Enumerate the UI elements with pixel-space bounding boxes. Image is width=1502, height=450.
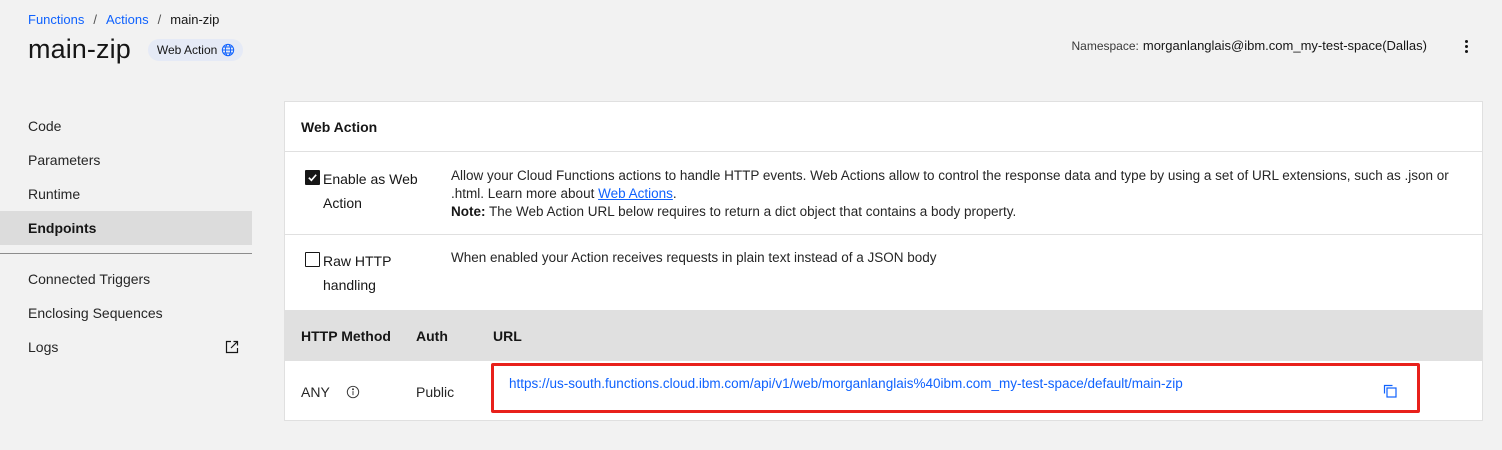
option-check-group: Raw HTTP handling: [305, 249, 423, 297]
sidebar-divider: [0, 253, 252, 254]
method-cell: ANY: [285, 384, 416, 400]
option-raw-http: Raw HTTP handling When enabled your Acti…: [285, 235, 1482, 311]
column-header-url: URL: [493, 328, 522, 344]
raw-http-label: Raw HTTP handling: [323, 253, 392, 293]
endpoints-table-header: HTTP Method Auth URL: [285, 311, 1482, 361]
copy-icon[interactable]: [1382, 383, 1398, 399]
enable-web-action-checkbox[interactable]: [305, 170, 320, 185]
sidebar-item-code[interactable]: Code: [0, 109, 252, 143]
tag-label: Web Action: [156, 42, 218, 57]
overflow-menu-icon[interactable]: [1460, 38, 1472, 54]
namespace: Namespace: morganlanglais@ibm.com_my-tes…: [1072, 38, 1428, 53]
raw-http-description: When enabled your Action receives reques…: [451, 250, 937, 265]
table-row: ANY Public https://us-south.functions.cl…: [285, 361, 1482, 422]
enable-web-action-label: Enable as Web Action: [323, 171, 418, 211]
sidebar-item-label: Logs: [28, 339, 59, 355]
sidebar: Code Parameters Runtime Endpoints Connec…: [0, 109, 252, 364]
note-label: Note:: [451, 204, 486, 219]
namespace-label: Namespace:: [1071, 39, 1139, 53]
enable-web-action-description: Allow your Cloud Functions actions to ha…: [451, 167, 1462, 221]
breadcrumb-separator: /: [93, 12, 97, 27]
web-action-tag: Web Action: [147, 38, 244, 61]
method-value: ANY: [301, 383, 330, 400]
page-title: main-zip: [28, 34, 131, 64]
sidebar-item-connected-triggers[interactable]: Connected Triggers: [0, 262, 252, 296]
title-row: main-zip Web Action: [28, 34, 244, 65]
breadcrumb-actions[interactable]: Actions: [106, 12, 149, 27]
breadcrumb-functions[interactable]: Functions: [28, 12, 84, 27]
note-text: The Web Action URL below requires to ret…: [485, 204, 1017, 219]
raw-http-checkbox[interactable]: [305, 252, 320, 267]
sidebar-item-endpoints[interactable]: Endpoints: [0, 211, 252, 245]
web-action-panel: Web Action Enable as Web Action Allow yo…: [284, 101, 1483, 421]
auth-value: Public: [416, 383, 455, 400]
breadcrumb-current: main-zip: [170, 12, 220, 27]
info-icon[interactable]: [346, 385, 360, 399]
web-actions-link[interactable]: Web Actions: [598, 186, 673, 201]
page: Functions / Actions / main-zip main-zip …: [0, 0, 1502, 450]
sidebar-item-parameters[interactable]: Parameters: [0, 143, 252, 177]
breadcrumb-separator: /: [157, 12, 162, 27]
column-header-method: HTTP Method: [301, 328, 391, 344]
option-enable-web-action: Enable as Web Action Allow your Cloud Fu…: [285, 152, 1482, 235]
endpoint-url-link[interactable]: https://us-south.functions.cloud.ibm.com…: [509, 376, 1183, 391]
globe-icon: [221, 43, 235, 57]
checkmark-icon: [308, 174, 317, 182]
panel-header: Web Action: [285, 102, 1482, 152]
description-text-end: .: [672, 186, 677, 201]
external-link-icon: [224, 339, 240, 355]
sidebar-item-enclosing-sequences[interactable]: Enclosing Sequences: [0, 296, 252, 330]
sidebar-item-runtime[interactable]: Runtime: [0, 177, 252, 211]
breadcrumb: Functions / Actions / main-zip: [28, 12, 219, 27]
sidebar-item-logs[interactable]: Logs: [0, 330, 252, 364]
option-check-group: Enable as Web Action: [305, 167, 423, 215]
column-header-auth: Auth: [416, 328, 448, 344]
namespace-value: morganlanglais@ibm.com_my-test-space(Dal…: [1142, 38, 1427, 53]
